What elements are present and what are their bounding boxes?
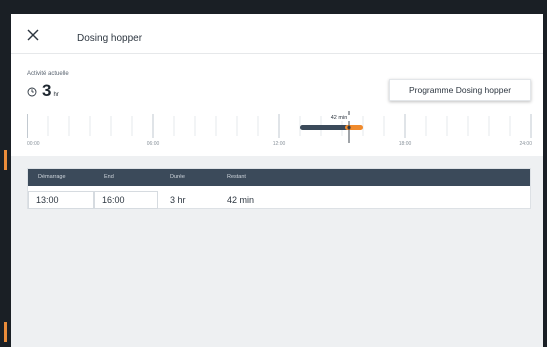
current-time-label: 42 min: [328, 115, 350, 121]
timeline-major-ticks: [27, 114, 532, 138]
program-dosing-hopper-button[interactable]: Programme Dosing hopper: [389, 79, 531, 101]
table-header: Démarrage End Durée Restant: [28, 169, 530, 186]
header-start: Démarrage: [38, 174, 66, 180]
header-duration: Durée: [170, 174, 185, 180]
header-remaining: Restant: [227, 174, 246, 180]
header-end: End: [104, 174, 114, 180]
modal-title: Dosing hopper: [77, 33, 143, 44]
backdrop-accent: [4, 150, 7, 170]
tick-label: 12:00: [272, 141, 286, 147]
dosing-hopper-modal: Dosing hopper Activité actuelle 3 hr Pro…: [11, 14, 543, 347]
schedule-table: Démarrage End Durée Restant 13:00 16:00 …: [27, 168, 531, 209]
backdrop-accent: [4, 322, 7, 342]
modal-header: Dosing hopper: [11, 14, 543, 54]
tick-label: 06:00: [146, 141, 160, 147]
tick-label: 24:00: [519, 141, 532, 147]
elapsed-bar: [300, 125, 349, 130]
duration-value: 3 hr: [170, 195, 186, 205]
activity-number: 3: [42, 81, 52, 100]
activity-label: Activité actuelle: [27, 71, 69, 77]
close-icon[interactable]: [25, 27, 41, 43]
table-row: 13:00 16:00 3 hr 42 min: [28, 186, 530, 209]
schedule-section: Démarrage End Durée Restant 13:00 16:00 …: [11, 156, 543, 347]
timeline: 42 min 00:00 06:00 12:00 18:00 24:00: [27, 111, 532, 151]
tick-label: 00:00: [27, 141, 40, 147]
clock-icon: [27, 84, 37, 97]
start-time-field[interactable]: 13:00: [28, 191, 94, 209]
end-time-field[interactable]: 16:00: [94, 191, 158, 209]
remaining-value: 42 min: [227, 195, 255, 205]
activity-unit: hr: [53, 92, 59, 98]
activity-value: 3 hr: [27, 81, 59, 101]
tick-label: 18:00: [398, 141, 412, 147]
